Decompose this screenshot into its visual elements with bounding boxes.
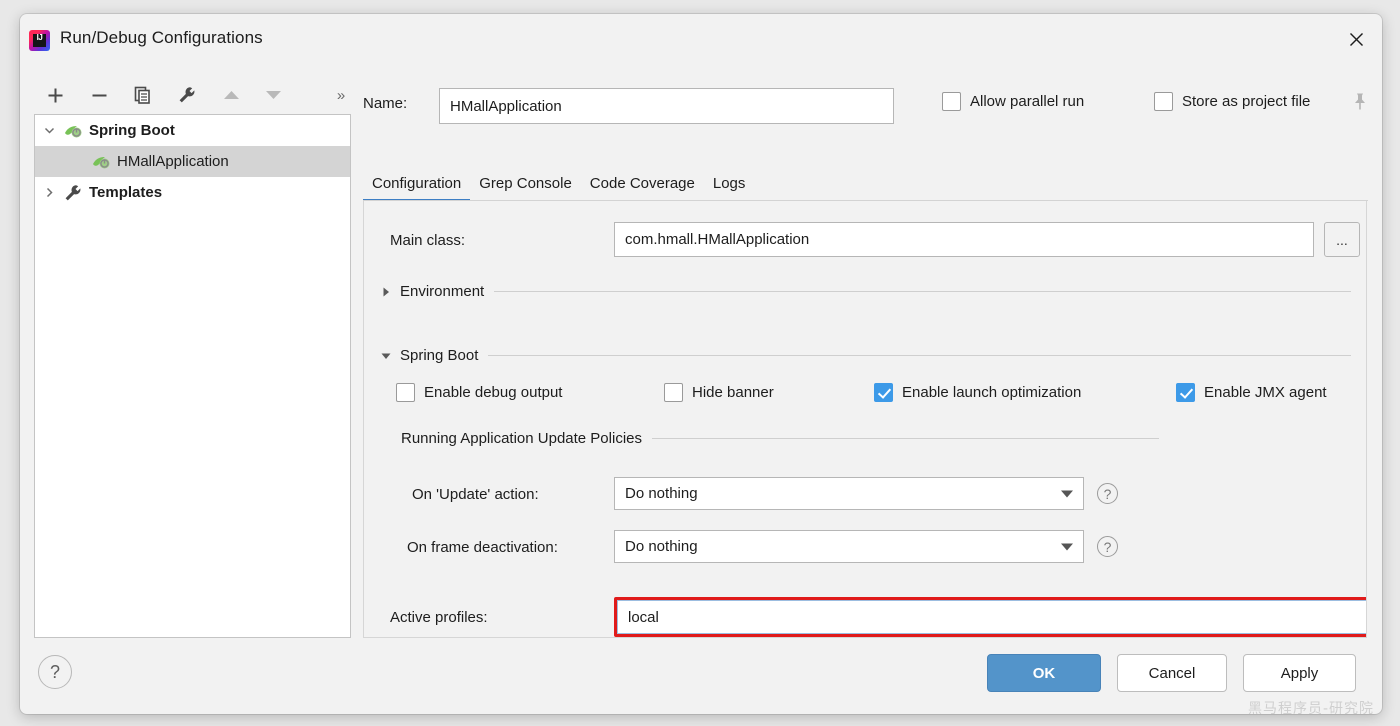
tree-item-hmallapplication[interactable]: HMallApplication <box>35 146 350 177</box>
tab-configuration[interactable]: Configuration <box>363 166 471 202</box>
update-policies-title: Running Application Update Policies <box>401 430 642 447</box>
spring-boot-section-header[interactable]: Spring Boot <box>376 347 1351 364</box>
apply-button[interactable]: Apply <box>1243 654 1356 692</box>
spring-boot-section-title: Spring Boot <box>400 347 479 364</box>
section-divider <box>488 355 1351 356</box>
checkbox-box <box>664 383 683 402</box>
tree-item-label: HMallApplication <box>117 153 229 170</box>
copy-icon[interactable] <box>128 80 158 110</box>
close-icon[interactable] <box>1340 24 1372 54</box>
section-divider <box>652 438 1159 439</box>
ok-button[interactable]: OK <box>987 654 1101 692</box>
main-class-browse-button[interactable]: ... <box>1324 222 1360 257</box>
chevron-right-icon <box>376 284 396 300</box>
run-debug-configurations-dialog: Run/Debug Configurations <box>20 14 1382 714</box>
configurations-tree: Spring Boot HMallApplication Templates <box>34 114 351 638</box>
tree-item-label: Spring Boot <box>89 122 175 139</box>
on-update-action-value: Do nothing <box>625 485 698 502</box>
chevron-down-icon <box>1061 543 1073 550</box>
cancel-button[interactable]: Cancel <box>1117 654 1227 692</box>
tree-item-templates[interactable]: Templates <box>35 177 350 208</box>
tab-grep-console[interactable]: Grep Console <box>470 166 581 200</box>
help-button[interactable]: ? <box>38 655 72 689</box>
arrow-down-icon[interactable] <box>258 80 288 110</box>
name-input[interactable] <box>439 88 894 124</box>
on-update-action-dropdown[interactable]: Do nothing <box>614 477 1084 510</box>
pin-icon[interactable] <box>1351 92 1369 111</box>
hide-banner-label: Hide banner <box>692 384 774 401</box>
spring-boot-icon <box>63 122 85 140</box>
on-frame-deactivation-label: On frame deactivation: <box>407 539 558 556</box>
enable-launch-optimization-checkbox[interactable]: Enable launch optimization <box>874 383 1081 402</box>
configuration-tabs: Configuration Grep Console Code Coverage… <box>363 166 1368 202</box>
remove-configuration-button[interactable] <box>84 80 114 110</box>
active-profiles-highlight <box>614 597 1366 637</box>
section-divider <box>494 291 1351 292</box>
on-update-action-label: On 'Update' action: <box>412 486 539 503</box>
allow-parallel-run-label: Allow parallel run <box>970 93 1085 110</box>
spring-boot-icon <box>91 153 113 171</box>
wrench-icon <box>63 184 85 202</box>
on-frame-deactivation-value: Do nothing <box>625 538 698 555</box>
checkbox-box <box>874 383 893 402</box>
watermark: 黑马程序员-研究院 <box>1248 701 1375 714</box>
intellij-idea-icon <box>29 30 50 51</box>
configuration-panel: Main class: ... Environment Spring Boot <box>363 201 1367 638</box>
tree-item-spring-boot[interactable]: Spring Boot <box>35 115 350 146</box>
hide-banner-checkbox[interactable]: Hide banner <box>664 383 774 402</box>
tab-logs[interactable]: Logs <box>704 166 755 200</box>
allow-parallel-run-checkbox[interactable]: Allow parallel run <box>942 92 1084 111</box>
dialog-title: Run/Debug Configurations <box>60 28 263 47</box>
store-as-project-file-checkbox[interactable]: Store as project file <box>1154 92 1310 111</box>
environment-section-header[interactable]: Environment <box>376 283 1351 300</box>
enable-launch-optimization-label: Enable launch optimization <box>902 384 1082 401</box>
add-configuration-button[interactable] <box>40 80 70 110</box>
enable-jmx-agent-label: Enable JMX agent <box>1204 384 1327 401</box>
name-label: Name: <box>363 95 408 112</box>
on-update-action-help-icon[interactable]: ? <box>1097 483 1118 504</box>
checkbox-box <box>942 92 961 111</box>
tree-indent-spacer <box>35 146 91 177</box>
chevron-down-icon[interactable] <box>35 115 63 146</box>
on-frame-deactivation-dropdown[interactable]: Do nothing <box>614 530 1084 563</box>
chevron-down-icon <box>376 348 396 364</box>
store-as-project-file-label: Store as project file <box>1182 93 1311 110</box>
main-class-input[interactable] <box>614 222 1314 257</box>
enable-debug-output-checkbox[interactable]: Enable debug output <box>396 383 562 402</box>
checkbox-box <box>1176 383 1195 402</box>
chevron-right-icon[interactable] <box>35 177 63 208</box>
dialog-titlebar: Run/Debug Configurations <box>20 14 1382 66</box>
tree-item-label: Templates <box>89 184 163 201</box>
enable-jmx-agent-checkbox[interactable]: Enable JMX agent <box>1176 383 1327 402</box>
configurations-toolbar: » <box>32 76 354 116</box>
main-class-label: Main class: <box>390 232 466 249</box>
wrench-icon[interactable] <box>172 80 202 110</box>
checkbox-box <box>1154 92 1173 111</box>
active-profiles-input[interactable] <box>617 600 1366 634</box>
toolbar-overflow-button[interactable]: » <box>328 82 354 108</box>
update-policies-section-header: Running Application Update Policies <box>401 430 1159 447</box>
chevron-down-icon <box>1061 490 1073 497</box>
arrow-up-icon[interactable] <box>216 80 246 110</box>
active-profiles-label: Active profiles: <box>390 609 488 626</box>
on-frame-deactivation-help-icon[interactable]: ? <box>1097 536 1118 557</box>
environment-section-title: Environment <box>400 283 485 300</box>
tab-code-coverage[interactable]: Code Coverage <box>581 166 704 200</box>
checkbox-box <box>396 383 415 402</box>
enable-debug-output-label: Enable debug output <box>424 384 563 401</box>
